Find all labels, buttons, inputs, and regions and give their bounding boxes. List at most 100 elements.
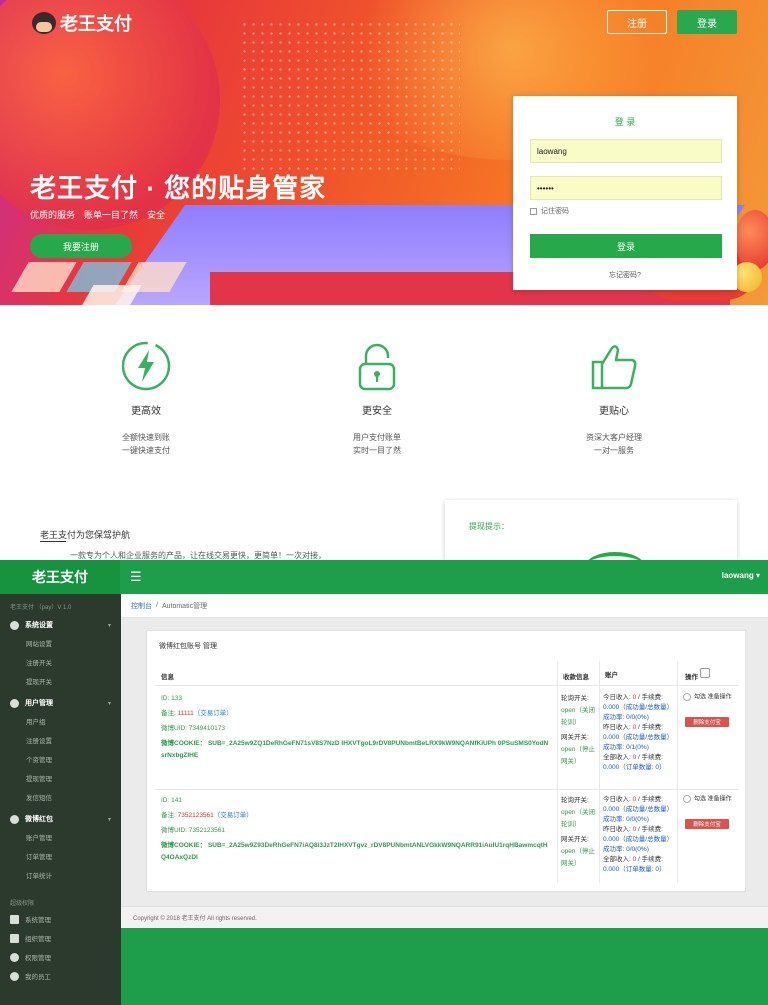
username: laowang: [721, 571, 754, 580]
switch-value[interactable]: open（关闭轮训）: [561, 809, 595, 828]
sidebar-item[interactable]: 注册开关: [26, 657, 52, 667]
remember-checkbox[interactable]: [530, 207, 537, 215]
delete-button[interactable]: 删除支付宝: [685, 717, 729, 727]
sidebar-item[interactable]: 个资管理: [26, 754, 52, 764]
password-field[interactable]: ••••••: [530, 176, 722, 200]
breadcrumb-current: Automatic管理: [161, 602, 208, 610]
sidebar-group-system[interactable]: 系统设置 ▾: [0, 616, 121, 634]
column-divider: [557, 661, 558, 883]
income-label: 今日收入:: [603, 694, 633, 701]
chevron-down-icon: ▾: [107, 700, 111, 707]
account-cell: 今日收入: 0 / 手续费: 0.000（成功量/总数量） 成功率: 0/0(0…: [603, 795, 675, 875]
op-cell: 勾选 准备操作: [683, 693, 743, 703]
login-card-title: 登 录: [614, 117, 636, 127]
admin-panel: 老王支付 ☰ laowang ▾ 老王支付 （pay）V 1.0 系统设置 ▾ …: [0, 560, 768, 1005]
success-ratio: 成功率: 0/1(0%): [603, 744, 649, 751]
feature-caring: 更贴心 资深大客户经理 一对一服务: [544, 340, 684, 457]
forgot-password-link[interactable]: 忘记密码?: [513, 270, 737, 280]
note-label: 备注:: [161, 812, 178, 819]
login-submit-button[interactable]: 登录: [530, 234, 722, 258]
gear-icon: [10, 620, 19, 630]
thumbs-up-icon: [591, 345, 637, 390]
weibo-icon: [10, 814, 19, 824]
feature-title: 更贴心: [599, 406, 629, 417]
switch-value[interactable]: open（停止网关）: [561, 746, 595, 765]
remember-password[interactable]: 记住密码: [530, 206, 569, 216]
admin-bottom-bar: [121, 928, 768, 1005]
breadcrumb: 控制台 / Automatic管理: [121, 594, 768, 618]
income-label: 全部收入:: [603, 856, 633, 863]
chevron-down-icon: ▾: [107, 622, 111, 629]
hero-title: 老王支付 · 您的贴身管家: [30, 173, 327, 203]
sidebar-group-users[interactable]: 用户管理 ▾: [0, 694, 121, 712]
withdraw-notice-card: 提现提示：: [445, 500, 737, 560]
weibo-cookie: 微博COOKIE： SUB=_2A25w9Z93DeRhGeFN7iAQ8i3J…: [161, 842, 548, 861]
sidebar-item[interactable]: 发信短信: [26, 792, 52, 802]
sidebar-item-label: 系统管理: [25, 917, 51, 924]
menu-toggle-icon[interactable]: ☰: [130, 569, 142, 585]
breadcrumb-home[interactable]: 控制台: [131, 601, 152, 611]
sidebar-item[interactable]: 注册设置: [26, 735, 52, 745]
order-link[interactable]: （交易订单）: [194, 710, 233, 717]
login-button[interactable]: 登录: [677, 10, 737, 34]
sidebar-item[interactable]: 提现管理: [26, 773, 52, 783]
users-icon: [10, 952, 19, 962]
account-id: ID: 141: [161, 797, 182, 804]
switch-cell: 轮询开关: open（关闭轮训） 网关开关: open（停止网关）: [561, 795, 599, 870]
sidebar-group-label: 系统设置: [25, 622, 53, 629]
column-divider: [677, 661, 678, 883]
column-header-info: 信息: [161, 674, 174, 681]
switch-value[interactable]: open（停止网关）: [561, 848, 595, 867]
sidebar-item[interactable]: 用户组: [26, 716, 46, 726]
sidebar-item-org[interactable]: 组织管理: [10, 933, 51, 943]
income-rate: 0.000（成功量/总数量）: [603, 806, 674, 813]
breadcrumb-separator: /: [156, 602, 158, 609]
row-checkbox[interactable]: [683, 795, 691, 803]
site-logo[interactable]: 老王支付: [32, 10, 132, 36]
income-label: 今日收入:: [603, 796, 633, 803]
select-all-checkbox[interactable]: [700, 668, 710, 678]
register-cta-button[interactable]: 我要注册: [30, 234, 132, 258]
table-divider: [155, 789, 739, 790]
weibo-cookie: 微博COOKIE： SUB=_2A25w9ZQ1DeRhGeFN71sV8S7N…: [161, 740, 549, 759]
sidebar-item[interactable]: 订单统计: [26, 870, 52, 880]
column-divider: [599, 661, 600, 883]
brand-name: 老王支付: [60, 14, 132, 34]
hero-subtitle: 优质的服务 账单一目了然 安全: [30, 210, 166, 220]
table-row: ID: 141 备注: 7352123561（交易订单） 微博UID: 7352…: [161, 795, 551, 864]
sidebar-item-permission[interactable]: 权限管理: [10, 952, 51, 962]
note-value: 11111: [177, 710, 194, 717]
sidebar-item-staff[interactable]: 我的员工: [10, 971, 51, 981]
switch-label: 网关开关:: [561, 734, 589, 741]
feature-line: 用户支付账单: [353, 433, 401, 442]
feature-secure: 更安全 用户支付账单 实时一目了然: [307, 340, 447, 457]
sidebar-item-label: 组织管理: [25, 936, 51, 943]
row-checkbox[interactable]: [683, 693, 691, 701]
feature-line: 资深大客户经理: [586, 433, 642, 442]
chevron-down-icon: ▾: [107, 816, 111, 823]
fee-label: / 手续费:: [636, 724, 663, 731]
switch-label: 轮询开关:: [561, 695, 589, 702]
income-rate: 0.000（订单数量: 0）: [603, 866, 666, 873]
sidebar-item[interactable]: 订单管理: [26, 851, 52, 861]
withdraw-notice-title: 提现提示：: [469, 522, 509, 531]
admin-brand[interactable]: 老王支付: [0, 560, 120, 594]
sidebar-item-system[interactable]: 系统管理: [10, 914, 51, 924]
table-divider: [155, 685, 739, 686]
lightning-icon: [121, 341, 171, 391]
username-field[interactable]: laowang: [530, 139, 722, 163]
fee-label: / 手续费:: [636, 754, 663, 761]
delete-button[interactable]: 删除支付宝: [685, 819, 729, 829]
sidebar-item[interactable]: 网站设置: [26, 638, 52, 648]
user-menu[interactable]: laowang ▾: [722, 571, 760, 580]
feature-efficient: 更高效 全额快速到账 一键快速支付: [76, 340, 216, 457]
switch-value[interactable]: open（关闭轮训）: [561, 707, 595, 726]
feature-line: 全额快速到账: [122, 433, 170, 442]
app-version: 老王支付 （pay）V 1.0: [10, 605, 72, 611]
column-header-op: 操作: [685, 674, 698, 681]
sidebar-item[interactable]: 账户管理: [26, 832, 52, 842]
register-button[interactable]: 注册: [607, 10, 667, 34]
sidebar-group-weibo[interactable]: 微博红包 ▾: [0, 810, 121, 828]
order-link[interactable]: （交易订单）: [214, 812, 253, 819]
sidebar-item[interactable]: 提现开关: [26, 676, 52, 686]
